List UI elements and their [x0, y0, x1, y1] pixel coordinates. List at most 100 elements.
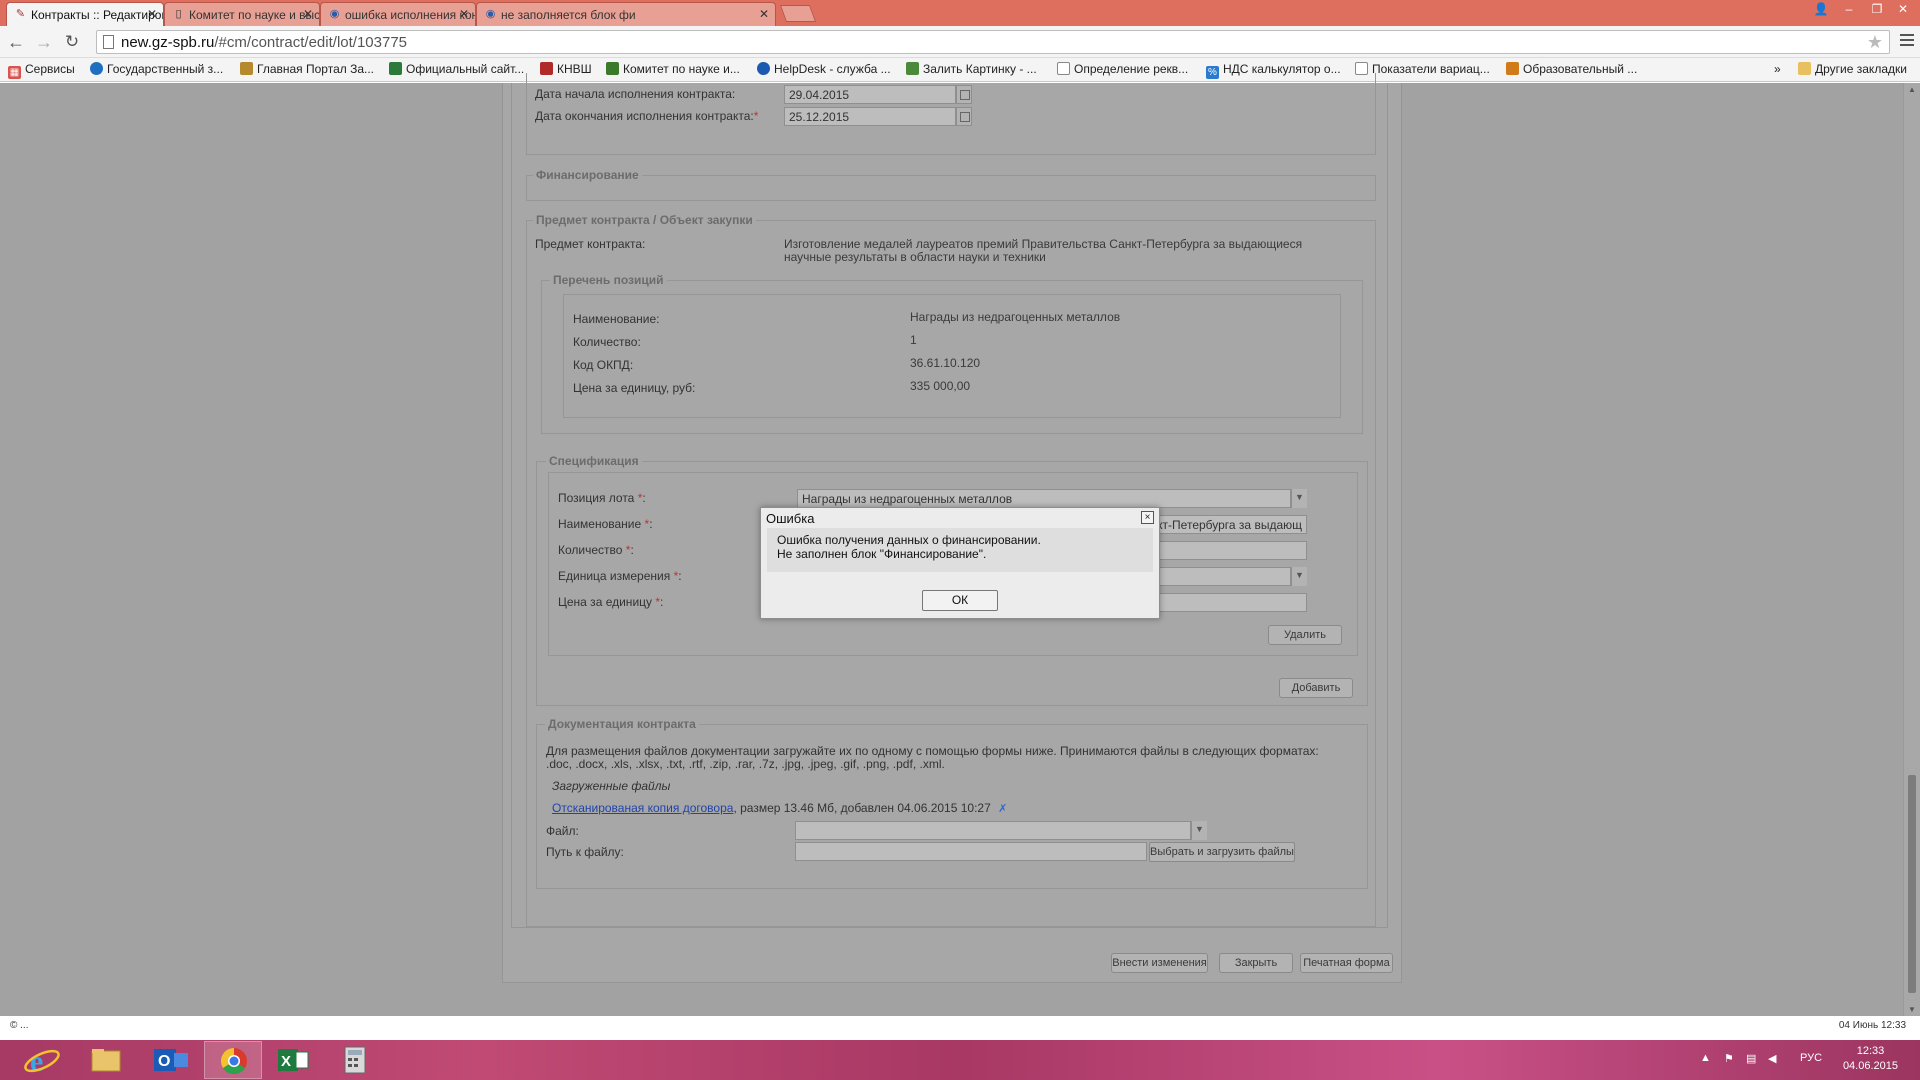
back-arrow-icon[interactable]: ← — [6, 32, 26, 52]
file-explorer-icon[interactable] — [76, 1041, 134, 1079]
docs-info-line2: .doc, .docx, .xls, .xlsx, .txt, .rtf, .z… — [546, 757, 945, 771]
form-inner: Дата начала исполнения контракта: 29.04.… — [511, 73, 1388, 928]
windows-taskbar: e O X ▲ ⚑ ▤ ◀ РУС 12:33 04.06.2015 — [0, 1040, 1920, 1080]
forward-arrow-icon[interactable]: → — [34, 32, 54, 52]
save-changes-button[interactable]: Внести изменения — [1111, 953, 1208, 973]
svg-text:e: e — [30, 1045, 43, 1078]
internet-explorer-icon[interactable]: e — [14, 1041, 72, 1079]
subject-legend: Предмет контракта / Объект закупки — [533, 213, 756, 227]
spec-lot-label: Позиция лота *: — [558, 491, 646, 505]
folder-icon — [1798, 62, 1811, 75]
close-tab-icon[interactable]: ✕ — [303, 7, 313, 21]
tab-title: ошибка исполнения кон — [345, 8, 476, 22]
dates-fieldset: Дата начала исполнения контракта: 29.04.… — [526, 73, 1376, 155]
input-language[interactable]: РУС — [1800, 1052, 1822, 1064]
close-tab-icon[interactable]: ✕ — [459, 7, 469, 21]
network-icon[interactable]: ▤ — [1746, 1052, 1756, 1065]
clock-date: 04.06.2015 — [1842, 1060, 1898, 1072]
spec-lot-select[interactable]: Награды из недрагоценных металлов — [797, 489, 1291, 508]
end-date-input[interactable]: 25.12.2015 — [784, 107, 956, 126]
tab-block-not-filled[interactable]: ◉ не заполняется блок фи ✕ — [476, 2, 776, 26]
chevron-down-icon[interactable]: ▼ — [1291, 489, 1307, 508]
specification-legend: Спецификация — [546, 454, 642, 468]
uploaded-file-link[interactable]: Отсканированая копия договора — [552, 801, 733, 815]
end-date-calendar-icon[interactable] — [956, 107, 972, 126]
coat-of-arms-icon — [240, 62, 253, 75]
delete-button[interactable]: Удалить — [1268, 625, 1342, 645]
outlook-icon[interactable]: O — [140, 1041, 198, 1079]
restore-button[interactable]: ❐ — [1864, 0, 1890, 18]
documents-fieldset: Документация контракта Для размещения фа… — [536, 717, 1368, 889]
scrollbar-thumb[interactable] — [1908, 775, 1916, 993]
file-label: Файл: — [546, 824, 579, 838]
subject-value-line1: Изготовление медалей лауреатов премий Пр… — [784, 237, 1303, 251]
bookmark-item[interactable]: Главная Портал За... — [240, 62, 374, 76]
profile-icon[interactable]: 👤 — [1808, 0, 1834, 18]
spec-qty-label: Количество *: — [558, 543, 634, 557]
other-bookmarks-folder[interactable]: Другие закладки — [1798, 62, 1907, 76]
error-dialog: Ошибка × Ошибка получения данных о финан… — [760, 507, 1160, 619]
scroll-up-arrow-icon[interactable]: ▲ — [1908, 85, 1916, 94]
start-date-calendar-icon[interactable] — [956, 85, 972, 104]
file-select[interactable] — [795, 821, 1191, 840]
tab-title: Контракты :: Редактиров — [31, 8, 164, 22]
url-host: new.gz-spb.ru — [121, 34, 215, 51]
position-name-label: Наименование: — [573, 312, 660, 326]
reload-icon[interactable]: ↻ — [62, 32, 82, 52]
close-icon[interactable]: × — [1141, 511, 1154, 524]
close-tab-icon[interactable]: ✕ — [147, 7, 157, 21]
position-okpd-label: Код ОКПД: — [573, 358, 634, 372]
start-date-input[interactable]: 29.04.2015 — [784, 85, 956, 104]
bookmark-star-icon[interactable]: ★ — [1867, 32, 1883, 53]
subject-label: Предмет контракта: — [535, 237, 646, 251]
action-center-flag-icon[interactable]: ⚑ — [1724, 1052, 1734, 1065]
position-name-value: Награды из недрагоценных металлов — [910, 310, 1121, 324]
tray-chevron-icon[interactable]: ▲ — [1700, 1052, 1711, 1064]
tab-committee[interactable]: ▯ Комитет по науке и выс ✕ — [164, 2, 320, 26]
bookmarks-overflow-button[interactable]: » — [1774, 62, 1781, 76]
globe-favicon-icon: ◉ — [485, 8, 496, 20]
new-tab-button[interactable] — [779, 5, 817, 22]
excel-icon[interactable]: X — [262, 1041, 320, 1079]
address-bar[interactable]: new.gz-spb.ru/#cm/contract/edit/lot/1037… — [96, 30, 1890, 54]
chevron-down-icon[interactable]: ▼ — [1291, 567, 1307, 586]
close-form-button[interactable]: Закрыть — [1219, 953, 1293, 973]
browser-menu-icon[interactable] — [1900, 34, 1914, 46]
position-qty-label: Количество: — [573, 335, 641, 349]
chevron-down-icon[interactable]: ▼ — [1191, 821, 1207, 840]
url-path: /#cm/contract/edit/lot/103775 — [214, 34, 408, 51]
bookmark-item[interactable]: Образовательный ... — [1506, 62, 1637, 76]
page-scrollbar[interactable]: ▲ ▼ — [1903, 83, 1920, 1016]
position-card: Наименование: Награды из недрагоценных м… — [563, 294, 1341, 418]
close-tab-icon[interactable]: ✕ — [759, 7, 769, 21]
file-path-input[interactable] — [795, 842, 1147, 861]
tab-error[interactable]: ◉ ошибка исполнения кон ✕ — [320, 2, 476, 26]
delete-file-icon[interactable]: ✗ — [998, 802, 1011, 815]
page-icon — [103, 35, 114, 49]
scroll-down-arrow-icon[interactable]: ▼ — [1908, 1005, 1916, 1014]
upload-files-button[interactable]: Выбрать и загрузить файлы — [1149, 842, 1295, 862]
svg-text:O: O — [158, 1053, 170, 1070]
print-form-button[interactable]: Печатная форма — [1300, 953, 1393, 973]
uploaded-file-meta: , размер 13.46 Мб, добавлен 04.06.2015 1… — [733, 801, 991, 815]
tab-contracts-edit[interactable]: ✎ Контракты :: Редактиров ✕ — [6, 2, 164, 26]
minimize-button[interactable]: ‒ — [1836, 0, 1862, 18]
bookmark-item[interactable]: Государственный з... — [90, 62, 223, 76]
position-price-label: Цена за единицу, руб: — [573, 381, 696, 395]
chrome-icon[interactable] — [204, 1041, 262, 1079]
tab-title: не заполняется блок фи — [501, 8, 636, 22]
globe-favicon-icon: ◉ — [329, 8, 340, 20]
calculator-icon[interactable] — [326, 1041, 384, 1079]
position-qty-value: 1 — [910, 333, 917, 347]
close-window-button[interactable]: ✕ — [1890, 0, 1916, 18]
ok-button[interactable]: ОК — [922, 590, 998, 611]
bookmark-apps[interactable]: ▦ Сервисы — [8, 62, 75, 79]
volume-muted-icon[interactable]: ◀ — [1768, 1052, 1776, 1065]
apps-grid-icon: ▦ — [8, 66, 21, 79]
status-left: © ... — [10, 1020, 29, 1031]
svg-text:X: X — [281, 1053, 291, 1070]
financing-legend[interactable]: Финансирование — [533, 168, 642, 182]
bookmark-item[interactable]: Официальный сайт... — [389, 62, 524, 76]
system-clock[interactable]: 12:33 04.06.2015 — [1843, 1044, 1898, 1074]
add-button[interactable]: Добавить — [1279, 678, 1353, 698]
